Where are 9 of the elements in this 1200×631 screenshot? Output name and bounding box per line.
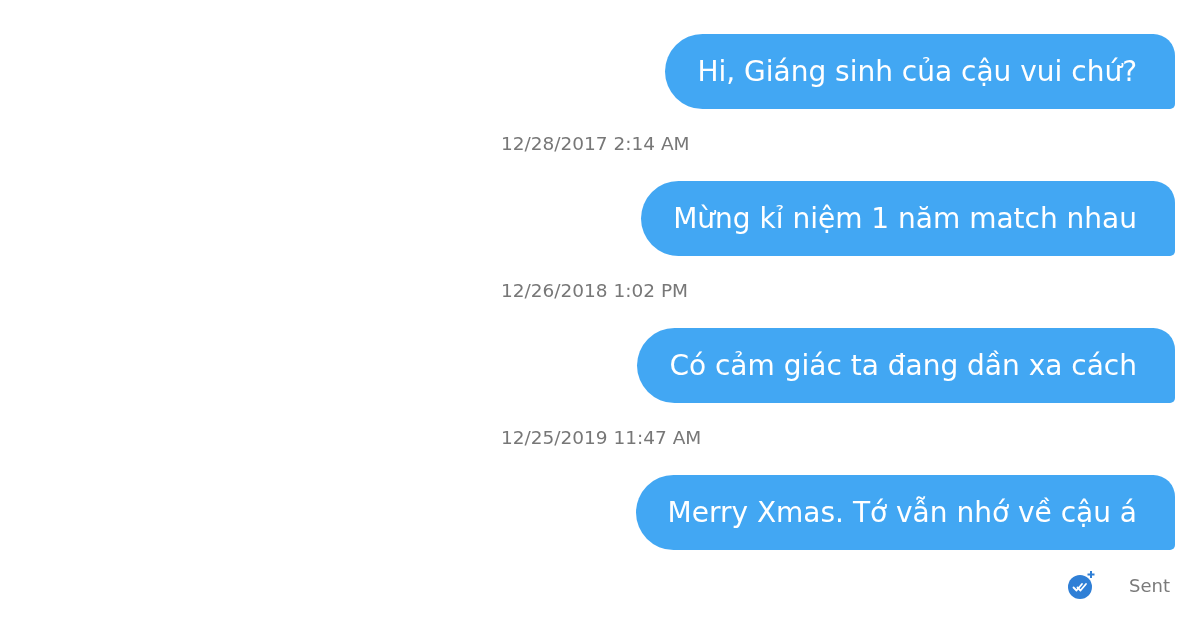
double-check-icon — [1067, 570, 1096, 600]
message-bubble: Mừng kỉ niệm 1 năm match nhau — [641, 181, 1175, 256]
sent-status: Sent — [1129, 574, 1170, 596]
message-bubble: Merry Xmas. Tớ vẫn nhớ về cậu á — [635, 475, 1175, 550]
message-timestamp: 12/28/2017 2:14 AM — [501, 133, 690, 155]
message-timestamp: 12/25/2019 11:47 AM — [501, 427, 702, 449]
message-timestamp: 12/26/2018 1:02 PM — [501, 280, 689, 302]
message-bubble: Hi, Giáng sinh của cậu vui chứ? — [665, 34, 1175, 109]
message-bubble: Có cảm giác ta đang dần xa cách — [637, 328, 1175, 403]
